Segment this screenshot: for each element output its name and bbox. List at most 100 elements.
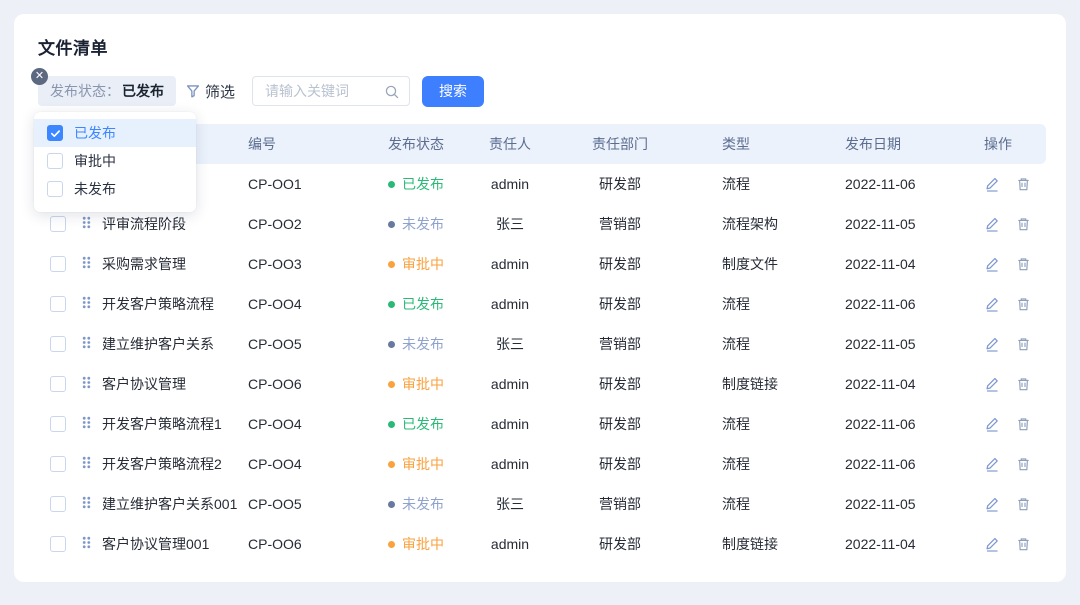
publish-date-cell: 2022-11-04 xyxy=(845,524,984,564)
edit-button[interactable] xyxy=(984,496,1000,512)
row-checkbox[interactable] xyxy=(50,336,66,352)
filter-chip-value: 已发布 xyxy=(122,81,164,101)
search-box xyxy=(252,76,410,106)
table-row: 客户协议管理001CP-OO6审批中admin研发部制度链接2022-11-04 xyxy=(38,524,1046,564)
file-code-cell: CP-OO5 xyxy=(248,324,388,364)
publish-date-cell: 2022-11-06 xyxy=(845,164,984,204)
row-checkbox[interactable] xyxy=(50,496,66,512)
checkbox[interactable] xyxy=(47,153,63,169)
column-header-发布日期: 发布日期 xyxy=(845,124,984,164)
owner-cell: admin xyxy=(470,404,550,444)
file-code-cell: CP-OO4 xyxy=(248,284,388,324)
file-name-cell: 客户协议管理 xyxy=(102,364,248,404)
delete-button[interactable] xyxy=(1016,536,1031,552)
status-label: 未发布 xyxy=(402,336,444,352)
search-button[interactable]: 搜索 xyxy=(422,76,484,107)
drag-handle-icon[interactable] xyxy=(82,336,91,349)
type-cell: 流程 xyxy=(690,284,845,324)
status-dot xyxy=(388,461,395,468)
publish-date-cell: 2022-11-06 xyxy=(845,404,984,444)
edit-button[interactable] xyxy=(984,416,1000,432)
checkbox[interactable] xyxy=(47,181,63,197)
dropdown-option-label: 已发布 xyxy=(74,123,116,143)
drag-handle-icon[interactable] xyxy=(82,296,91,309)
file-code-cell: CP-OO6 xyxy=(248,364,388,404)
delete-button[interactable] xyxy=(1016,336,1031,352)
file-list-card: 文件清单 ✕ 发布状态： 已发布 筛选 搜索 已发布审批中未发布 xyxy=(14,14,1066,582)
status-label: 已发布 xyxy=(402,176,444,192)
table-row: 开发客户策略流程CP-OO4已发布admin研发部流程2022-11-06 xyxy=(38,284,1046,324)
drag-handle-icon[interactable] xyxy=(82,256,91,269)
close-icon[interactable]: ✕ xyxy=(31,68,48,85)
status-dot xyxy=(388,261,395,268)
row-checkbox[interactable] xyxy=(50,536,66,552)
publish-status-cell: 未发布 xyxy=(388,204,470,244)
edit-button[interactable] xyxy=(984,376,1000,392)
dept-cell: 营销部 xyxy=(550,484,690,524)
publish-date-cell: 2022-11-06 xyxy=(845,444,984,484)
table-row: 客户协议管理CP-OO6审批中admin研发部制度链接2022-11-04 xyxy=(38,364,1046,404)
delete-button[interactable] xyxy=(1016,176,1031,192)
filter-button-label: 筛选 xyxy=(205,81,235,102)
row-checkbox[interactable] xyxy=(50,296,66,312)
publish-status-filter-chip[interactable]: ✕ 发布状态： 已发布 xyxy=(38,76,176,106)
file-name-cell: 建立维护客户关系 xyxy=(102,324,248,364)
status-dot xyxy=(388,181,395,188)
file-name-cell: 客户协议管理001 xyxy=(102,524,248,564)
file-code-cell: CP-OO4 xyxy=(248,404,388,444)
dept-cell: 营销部 xyxy=(550,204,690,244)
operations-cell xyxy=(984,164,1046,204)
delete-button[interactable] xyxy=(1016,296,1031,312)
column-header-编号: 编号 xyxy=(248,124,388,164)
edit-button[interactable] xyxy=(984,216,1000,232)
edit-button[interactable] xyxy=(984,296,1000,312)
table-row: 开发客户策略流程2CP-OO4审批中admin研发部流程2022-11-06 xyxy=(38,444,1046,484)
delete-button[interactable] xyxy=(1016,456,1031,472)
table-row: 开发客户策略流程1CP-OO4已发布admin研发部流程2022-11-06 xyxy=(38,404,1046,444)
filter-button[interactable]: 筛选 xyxy=(186,81,235,102)
operations-cell xyxy=(984,204,1046,244)
edit-button[interactable] xyxy=(984,176,1000,192)
delete-button[interactable] xyxy=(1016,376,1031,392)
delete-button[interactable] xyxy=(1016,416,1031,432)
file-name-cell: 建立维护客户关系001 xyxy=(102,484,248,524)
operations-cell xyxy=(984,324,1046,364)
drag-handle-icon[interactable] xyxy=(82,416,91,429)
file-name-cell: 开发客户策略流程2 xyxy=(102,444,248,484)
row-checkbox[interactable] xyxy=(50,216,66,232)
dropdown-option-未发布[interactable]: 未发布 xyxy=(34,175,196,203)
publish-status-cell: 审批中 xyxy=(388,364,470,404)
funnel-icon xyxy=(186,84,200,98)
search-input[interactable] xyxy=(263,82,387,100)
publish-status-cell: 审批中 xyxy=(388,444,470,484)
dropdown-option-已发布[interactable]: 已发布 xyxy=(34,119,196,147)
delete-button[interactable] xyxy=(1016,496,1031,512)
publish-status-cell: 已发布 xyxy=(388,164,470,204)
row-checkbox[interactable] xyxy=(50,456,66,472)
checkbox[interactable] xyxy=(47,125,63,141)
edit-button[interactable] xyxy=(984,256,1000,272)
dropdown-option-审批中[interactable]: 审批中 xyxy=(34,147,196,175)
file-code-cell: CP-OO6 xyxy=(248,524,388,564)
file-code-cell: CP-OO5 xyxy=(248,484,388,524)
page: { "colors":{ "accent":"#3d7fff", "header… xyxy=(0,0,1080,605)
drag-handle-icon[interactable] xyxy=(82,376,91,389)
drag-handle-icon[interactable] xyxy=(82,496,91,509)
publish-status-dropdown: 已发布审批中未发布 xyxy=(34,112,196,212)
edit-button[interactable] xyxy=(984,456,1000,472)
owner-cell: admin xyxy=(470,364,550,404)
owner-cell: 张三 xyxy=(470,324,550,364)
delete-button[interactable] xyxy=(1016,216,1031,232)
delete-button[interactable] xyxy=(1016,256,1031,272)
status-label: 审批中 xyxy=(402,256,444,272)
drag-handle-icon[interactable] xyxy=(82,456,91,469)
row-checkbox[interactable] xyxy=(50,256,66,272)
owner-cell: admin xyxy=(470,164,550,204)
edit-button[interactable] xyxy=(984,336,1000,352)
row-checkbox[interactable] xyxy=(50,416,66,432)
edit-button[interactable] xyxy=(984,536,1000,552)
row-checkbox[interactable] xyxy=(50,376,66,392)
drag-handle-icon[interactable] xyxy=(82,216,91,229)
drag-handle-icon[interactable] xyxy=(82,536,91,549)
dept-cell: 研发部 xyxy=(550,284,690,324)
